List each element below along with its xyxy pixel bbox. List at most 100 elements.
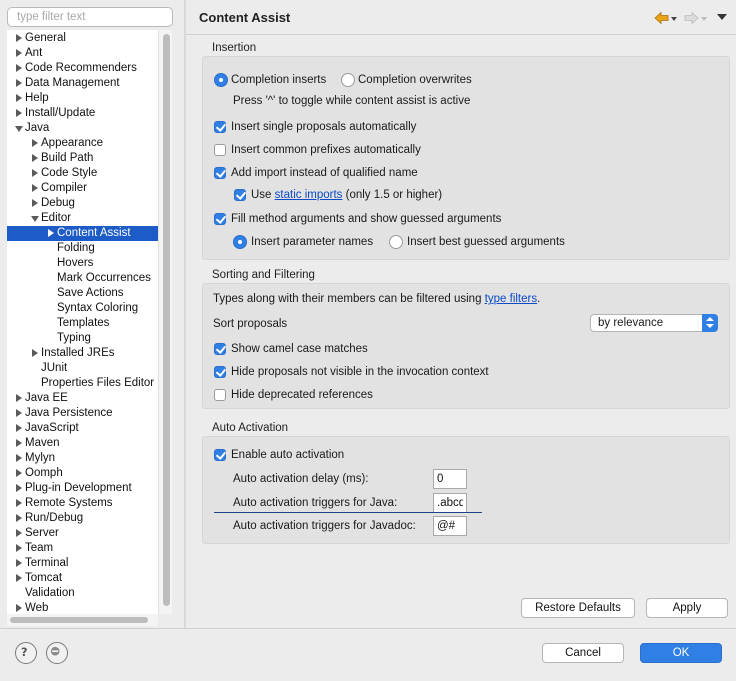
tree-item[interactable]: Data Management bbox=[7, 76, 158, 91]
static-imports-link[interactable]: static imports bbox=[275, 189, 343, 201]
tree-item[interactable]: Oomph bbox=[7, 466, 158, 481]
tree-item[interactable]: Typing bbox=[7, 331, 158, 346]
use-static-imports-checkbox[interactable] bbox=[234, 189, 246, 201]
tree-item[interactable]: Build Path bbox=[7, 151, 158, 166]
tree-item[interactable]: JavaScript bbox=[7, 421, 158, 436]
insert-parameter-names-radio[interactable] bbox=[233, 235, 247, 249]
collapsed-triangle-icon[interactable] bbox=[14, 526, 24, 541]
collapsed-triangle-icon[interactable] bbox=[46, 226, 56, 241]
completion-inserts-option[interactable]: Completion inserts bbox=[214, 72, 344, 88]
hide-not-visible-option[interactable]: Hide proposals not visible in the invoca… bbox=[214, 364, 534, 380]
fill-method-arguments-checkbox[interactable] bbox=[214, 213, 226, 225]
tree-horizontal-scroll-thumb[interactable] bbox=[10, 617, 148, 623]
tree-item[interactable]: Templates bbox=[7, 316, 158, 331]
forward-arrow-icon[interactable] bbox=[684, 11, 708, 25]
tree-item[interactable]: Web bbox=[7, 601, 158, 614]
collapsed-triangle-icon[interactable] bbox=[14, 481, 24, 496]
help-icon[interactable]: ? bbox=[15, 642, 37, 664]
tree-item[interactable]: Java bbox=[7, 121, 158, 136]
insert-single-proposals-checkbox[interactable] bbox=[214, 121, 226, 133]
completion-overwrites-radio[interactable] bbox=[341, 73, 355, 87]
enable-auto-activation-option[interactable]: Enable auto activation bbox=[214, 447, 514, 463]
collapsed-triangle-icon[interactable] bbox=[14, 451, 24, 466]
tree-item[interactable]: Mylyn bbox=[7, 451, 158, 466]
tree-item[interactable]: Maven bbox=[7, 436, 158, 451]
ok-button[interactable]: OK bbox=[640, 643, 722, 663]
expanded-triangle-icon[interactable] bbox=[30, 211, 40, 226]
collapsed-triangle-icon[interactable] bbox=[14, 571, 24, 586]
completion-overwrites-option[interactable]: Completion overwrites bbox=[341, 72, 491, 88]
tree-item[interactable]: Java Persistence bbox=[7, 406, 158, 421]
tree-item[interactable]: Folding bbox=[7, 241, 158, 256]
tree-item[interactable]: Run/Debug bbox=[7, 511, 158, 526]
collapsed-triangle-icon[interactable] bbox=[14, 106, 24, 121]
tree-item[interactable]: Save Actions bbox=[7, 286, 158, 301]
tree-item[interactable]: Plug-in Development bbox=[7, 481, 158, 496]
type-filters-link[interactable]: type filters bbox=[485, 293, 537, 305]
hide-not-visible-checkbox[interactable] bbox=[214, 366, 226, 378]
restore-defaults-button[interactable]: Restore Defaults bbox=[521, 598, 635, 618]
collapsed-triangle-icon[interactable] bbox=[14, 511, 24, 526]
collapsed-triangle-icon[interactable] bbox=[14, 496, 24, 511]
back-arrow-icon[interactable] bbox=[654, 11, 678, 25]
activation-delay-input[interactable] bbox=[433, 469, 467, 489]
add-import-option[interactable]: Add import instead of qualified name bbox=[214, 165, 514, 181]
collapsed-triangle-icon[interactable] bbox=[14, 601, 24, 614]
insert-parameter-names-option[interactable]: Insert parameter names bbox=[233, 234, 383, 250]
tree-item[interactable]: Hovers bbox=[7, 256, 158, 271]
collapsed-triangle-icon[interactable] bbox=[14, 61, 24, 76]
tree-item[interactable]: JUnit bbox=[7, 361, 158, 376]
tree-item[interactable]: Installed JREs bbox=[7, 346, 158, 361]
java-triggers-input[interactable] bbox=[433, 493, 467, 513]
collapsed-triangle-icon[interactable] bbox=[30, 346, 40, 361]
collapsed-triangle-icon[interactable] bbox=[30, 136, 40, 151]
collapsed-triangle-icon[interactable] bbox=[14, 436, 24, 451]
hide-deprecated-checkbox[interactable] bbox=[214, 389, 226, 401]
collapsed-triangle-icon[interactable] bbox=[14, 391, 24, 406]
tree-item[interactable]: Tomcat bbox=[7, 571, 158, 586]
camel-case-checkbox[interactable] bbox=[214, 343, 226, 355]
tree-item[interactable]: General bbox=[7, 31, 158, 46]
tree-item[interactable]: Debug bbox=[7, 196, 158, 211]
select-updown-icon[interactable] bbox=[702, 314, 718, 332]
collapsed-triangle-icon[interactable] bbox=[14, 46, 24, 61]
filter-input[interactable] bbox=[7, 7, 173, 27]
tree-item[interactable]: Remote Systems bbox=[7, 496, 158, 511]
collapsed-triangle-icon[interactable] bbox=[30, 166, 40, 181]
collapsed-triangle-icon[interactable] bbox=[14, 76, 24, 91]
collapsed-triangle-icon[interactable] bbox=[30, 181, 40, 196]
apply-button[interactable]: Apply bbox=[646, 598, 728, 618]
tree-item[interactable]: Ant bbox=[7, 46, 158, 61]
fill-method-arguments-option[interactable]: Fill method arguments and show guessed a… bbox=[214, 211, 544, 227]
tree-item[interactable]: Help bbox=[7, 91, 158, 106]
expanded-triangle-icon[interactable] bbox=[14, 121, 24, 136]
tree-item[interactable]: Compiler bbox=[7, 181, 158, 196]
collapsed-triangle-icon[interactable] bbox=[14, 466, 24, 481]
tree-item[interactable]: Mark Occurrences bbox=[7, 271, 158, 286]
cancel-button[interactable]: Cancel bbox=[542, 643, 624, 663]
insert-best-guessed-option[interactable]: Insert best guessed arguments bbox=[389, 234, 579, 250]
javadoc-triggers-input[interactable] bbox=[433, 516, 467, 536]
tree-item[interactable]: Install/Update bbox=[7, 106, 158, 121]
tree-horizontal-scrollbar[interactable] bbox=[7, 614, 158, 626]
tree-item[interactable]: Appearance bbox=[7, 136, 158, 151]
tree-item[interactable]: Server bbox=[7, 526, 158, 541]
completion-inserts-radio[interactable] bbox=[214, 73, 228, 87]
tree-item[interactable]: Terminal bbox=[7, 556, 158, 571]
insert-best-guessed-radio[interactable] bbox=[389, 235, 403, 249]
tree-item[interactable]: Properties Files Editor bbox=[7, 376, 158, 391]
collapsed-triangle-icon[interactable] bbox=[14, 421, 24, 436]
tree-item[interactable]: Team bbox=[7, 541, 158, 556]
collapsed-triangle-icon[interactable] bbox=[14, 556, 24, 571]
collapsed-triangle-icon[interactable] bbox=[14, 406, 24, 421]
sort-proposals-select[interactable]: by relevance bbox=[590, 314, 718, 332]
tree-vertical-scrollbar[interactable] bbox=[158, 30, 172, 614]
tree-vertical-scroll-thumb[interactable] bbox=[163, 34, 170, 606]
tree-item[interactable]: Code Style bbox=[7, 166, 158, 181]
collapsed-triangle-icon[interactable] bbox=[14, 31, 24, 46]
collapsed-triangle-icon[interactable] bbox=[30, 151, 40, 166]
camel-case-option[interactable]: Show camel case matches bbox=[214, 341, 514, 357]
collapsed-triangle-icon[interactable] bbox=[14, 541, 24, 556]
tree-item[interactable]: Validation bbox=[7, 586, 158, 601]
hide-deprecated-option[interactable]: Hide deprecated references bbox=[214, 387, 514, 403]
